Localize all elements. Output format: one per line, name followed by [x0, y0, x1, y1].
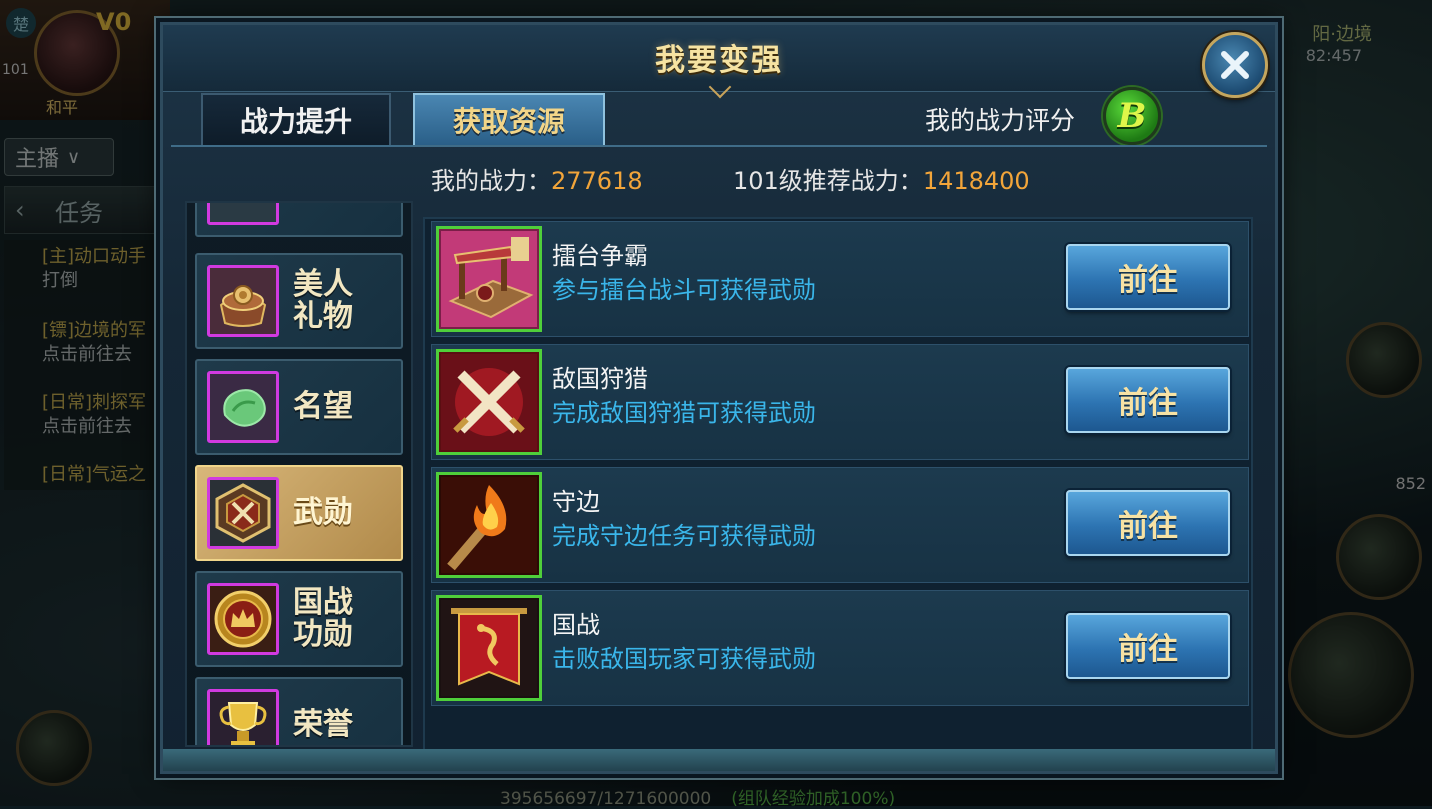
go-button[interactable]: 前往	[1066, 613, 1230, 679]
category-label: 荣誉	[293, 707, 353, 742]
category-item-honor[interactable]: 荣誉	[195, 677, 403, 745]
category-item-beauty-gift[interactable]: 美人 礼物	[195, 253, 403, 349]
resource-desc: 击败敌国玩家可获得武勋	[552, 645, 816, 673]
resource-row-national-war: 国战 击败敌国玩家可获得武勋 前往	[431, 590, 1249, 706]
resource-row-enemy-hunt: 敌国狩猎 完成敌国狩猎可获得武勋 前往	[431, 344, 1249, 460]
tab-get-resources[interactable]: 获取资源	[413, 93, 605, 147]
category-label: 武勋	[293, 495, 353, 530]
category-item-national-war-merit[interactable]: 国战 功勋	[195, 571, 403, 667]
dragon-banner-icon	[436, 595, 542, 701]
go-button[interactable]: 前往	[1066, 490, 1230, 556]
title-ornament-icon	[708, 75, 732, 99]
my-power-label: 我的战力：	[431, 167, 551, 195]
gift-box-icon	[207, 265, 279, 337]
dialog-header: 我要变强	[163, 25, 1275, 99]
crown-medal-icon	[207, 583, 279, 655]
go-button[interactable]: 前往	[1066, 244, 1230, 310]
category-item-reputation[interactable]: 名望	[195, 359, 403, 455]
recommended-power-label: 101级推荐战力：	[733, 167, 923, 195]
resource-row-guard-border: 守边 完成守边任务可获得武勋 前往	[431, 467, 1249, 583]
trophy-icon	[207, 689, 279, 745]
crossed-swords-icon	[436, 349, 542, 455]
category-label: 国战 功勋	[293, 585, 353, 652]
my-power-value: 277618	[551, 167, 643, 195]
resource-name: 国战	[552, 611, 600, 639]
power-rating-badge: B	[1103, 87, 1161, 145]
dialog-title: 我要变强	[655, 43, 783, 78]
scroll-icon	[207, 203, 279, 225]
power-rating-label: 我的战力评分	[925, 106, 1076, 135]
category-list[interactable]: 美人 礼物 名望 武勋 国战 功勋 荣誉	[185, 201, 413, 747]
dialog-footer-ornament	[163, 749, 1275, 771]
jade-icon	[207, 371, 279, 443]
resource-name: 敌国狩猎	[552, 365, 648, 393]
tab-power-up[interactable]: 战力提升	[201, 93, 391, 147]
resource-name: 守边	[552, 488, 600, 516]
close-button[interactable]	[1202, 32, 1268, 98]
resource-desc: 完成守边任务可获得武勋	[552, 522, 816, 550]
recommended-power-value: 1418400	[922, 167, 1030, 195]
tab-divider	[171, 145, 1267, 147]
arena-stage-icon	[436, 226, 542, 332]
resource-desc: 参与擂台战斗可获得武勋	[552, 276, 816, 304]
category-item-military-merit[interactable]: 武勋	[195, 465, 403, 561]
resource-desc: 完成敌国狩猎可获得武勋	[552, 399, 816, 427]
resource-list[interactable]: 擂台争霸 参与擂台战斗可获得武勋 前往 敌国狩猎 完成敌国狩猎可获得武勋 前往	[423, 217, 1253, 753]
go-button[interactable]: 前往	[1066, 367, 1230, 433]
category-item-scroll[interactable]	[195, 203, 403, 237]
crossed-swords-badge-icon	[207, 477, 279, 549]
close-icon	[1221, 51, 1249, 79]
become-stronger-dialog: 我要变强 战力提升 获取资源 我的战力评分 B 我的战力：277618 101级…	[160, 22, 1278, 774]
my-power: 我的战力：277618	[431, 161, 643, 196]
category-label: 美人 礼物	[293, 267, 353, 334]
resource-row-arena: 擂台争霸 参与擂台战斗可获得武勋 前往	[431, 221, 1249, 337]
category-label: 名望	[293, 389, 353, 424]
recommended-power: 101级推荐战力：1418400	[733, 161, 1030, 196]
resource-name: 擂台争霸	[552, 242, 648, 270]
torch-icon	[436, 472, 542, 578]
category-label	[293, 203, 393, 235]
